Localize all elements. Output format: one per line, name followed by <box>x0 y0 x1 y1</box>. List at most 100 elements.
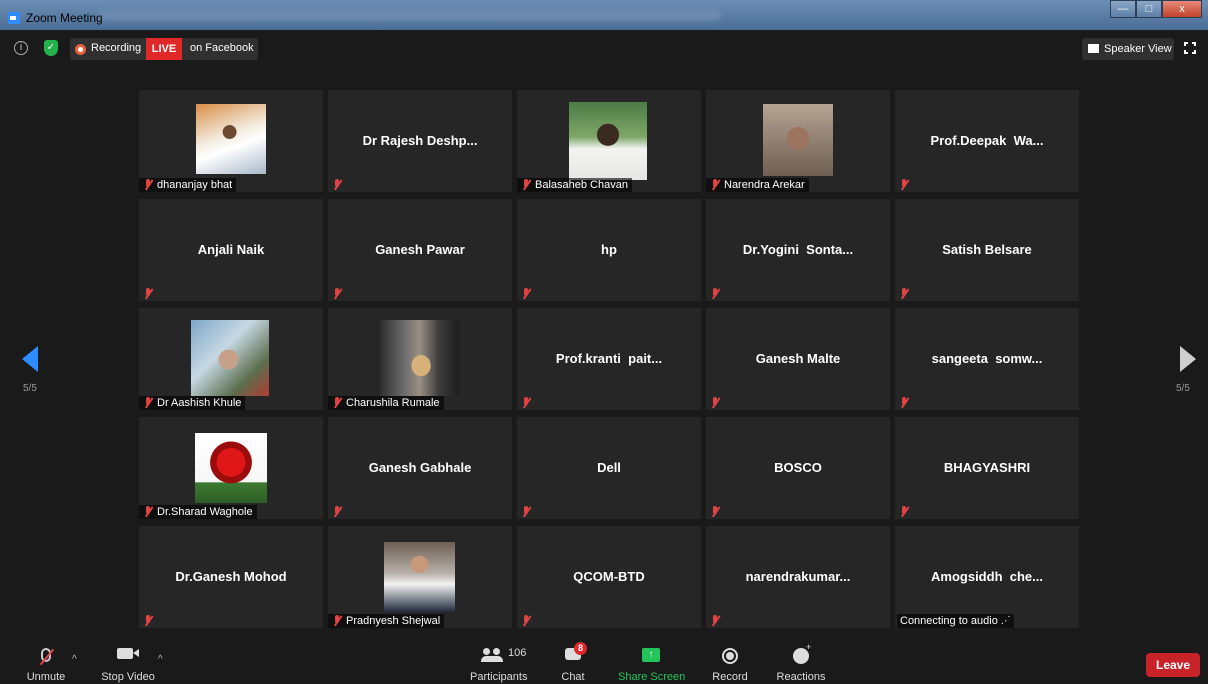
previous-page-arrow-icon[interactable] <box>22 346 38 372</box>
participant-name: sangeeta somw... <box>931 351 1043 366</box>
muted-mic-icon <box>710 615 720 626</box>
close-button[interactable]: x <box>1162 0 1202 18</box>
window-controls: — □ x <box>1110 0 1202 18</box>
muted-mic-icon <box>521 615 531 626</box>
participant-tile[interactable]: Narendra Arekar <box>706 90 890 192</box>
page-indicator-right: 5/5 <box>1176 383 1190 394</box>
participant-count: 106 <box>508 647 527 659</box>
muted-mic-icon <box>710 179 720 190</box>
unmute-button[interactable]: Unmute <box>22 638 70 684</box>
participant-tile[interactable]: hp <box>517 199 701 301</box>
participant-tile[interactable]: QCOM-BTD <box>517 526 701 628</box>
reactions-label: Reactions <box>776 671 826 683</box>
participant-tile[interactable]: Dr Rajesh Deshp... <box>328 90 512 192</box>
participant-tile[interactable]: Dr.Sharad Waghole <box>139 417 323 519</box>
share-screen-button[interactable]: ↑ Share Screen <box>618 638 685 684</box>
participant-photo <box>195 433 267 503</box>
participant-tile[interactable]: Anjali Naik <box>139 199 323 301</box>
participant-tile[interactable]: sangeeta somw... <box>895 308 1079 410</box>
participant-tile[interactable]: Prof.Deepak Wa... <box>895 90 1079 192</box>
window-title: Zoom Meeting <box>26 11 103 25</box>
stop-video-label: Stop Video <box>101 671 155 683</box>
participant-photo <box>380 320 459 396</box>
participant-tile[interactable]: Charushila Rumale <box>328 308 512 410</box>
participant-tile[interactable]: Ganesh Malte <box>706 308 890 410</box>
minimize-button[interactable]: — <box>1110 0 1136 18</box>
muted-mic-icon <box>899 397 909 408</box>
muted-mic-icon <box>521 506 531 517</box>
reactions-button[interactable]: Reactions <box>776 638 826 684</box>
participant-tile[interactable]: Prof.kranti pait... <box>517 308 701 410</box>
participant-name-tag: Balasaheb Chavan <box>517 178 632 192</box>
video-options-caret-icon[interactable]: ^ <box>158 654 163 665</box>
participant-name: Dr Rajesh Deshp... <box>362 133 478 148</box>
participant-tile[interactable]: Dell <box>517 417 701 519</box>
participant-name: Dell <box>597 460 621 475</box>
video-camera-icon <box>117 648 139 659</box>
participant-tile[interactable]: Balasaheb Chavan <box>517 90 701 192</box>
leave-button[interactable]: Leave <box>1146 653 1200 677</box>
recording-icon <box>75 44 86 55</box>
participant-tile[interactable]: Dr Aashish Khule <box>139 308 323 410</box>
blurred-taskbar-text <box>100 11 720 21</box>
page-indicator-left: 5/5 <box>23 383 37 394</box>
share-screen-icon: ↑ <box>642 648 660 662</box>
participant-tile[interactable]: Dr.Ganesh Mohod <box>139 526 323 628</box>
muted-mic-icon <box>143 506 153 517</box>
info-icon[interactable]: i <box>14 41 28 55</box>
participant-tile[interactable]: Dr.Yogini Sonta... <box>706 199 890 301</box>
participant-photo <box>196 104 266 174</box>
participant-tile[interactable]: Pradnyesh Shejwal <box>328 526 512 628</box>
speaker-view-icon <box>1088 44 1099 53</box>
participant-name: Ganesh Malte <box>755 351 841 366</box>
chat-button[interactable]: 8 Chat <box>556 638 590 684</box>
participant-tile[interactable]: Amogsiddh che... Connecting to audio .·˙ <box>895 526 1079 628</box>
record-icon <box>722 648 738 664</box>
participant-tile[interactable]: BHAGYASHRI <box>895 417 1079 519</box>
participant-tile[interactable]: Ganesh Pawar <box>328 199 512 301</box>
participant-tile[interactable]: Satish Belsare <box>895 199 1079 301</box>
participant-photo <box>384 542 455 612</box>
audio-options-caret-icon[interactable]: ^ <box>72 654 77 665</box>
muted-mic-icon <box>143 179 153 190</box>
participant-tile[interactable]: BOSCO <box>706 417 890 519</box>
participant-name-tag: Narendra Arekar <box>706 178 809 192</box>
record-button[interactable]: Record <box>710 638 750 684</box>
participant-tile[interactable]: dhananjay bhat <box>139 90 323 192</box>
participant-photo <box>763 104 833 176</box>
audio-connecting-status: Connecting to audio .·˙ <box>897 614 1015 628</box>
muted-mic-icon <box>710 397 720 408</box>
participant-tile[interactable]: narendrakumar... <box>706 526 890 628</box>
maximize-button[interactable]: □ <box>1136 0 1162 18</box>
gallery-grid: dhananjay bhat Dr Rajesh Deshp... Balasahe… <box>139 90 1079 628</box>
participant-name: Prof.kranti pait... <box>555 351 663 366</box>
next-page-arrow-icon[interactable] <box>1180 346 1196 372</box>
live-target: on Facebook <box>190 42 254 54</box>
participant-name: Ganesh Pawar <box>375 242 465 257</box>
reactions-emoji-icon <box>793 642 811 664</box>
participant-name-tag: Dr Aashish Khule <box>139 396 246 410</box>
participant-name: Anjali Naik <box>197 242 265 257</box>
chat-icon: 8 <box>565 642 587 660</box>
participant-name-tag: dhananjay bhat <box>139 178 237 192</box>
fullscreen-icon[interactable] <box>1184 42 1196 54</box>
recording-live-indicator[interactable]: Recording LIVE on Facebook <box>70 38 258 60</box>
encryption-shield-icon[interactable]: ✓ <box>44 40 58 56</box>
muted-mic-icon <box>332 397 342 408</box>
participant-name: Dr.Ganesh Mohod <box>175 569 287 584</box>
live-badge: LIVE <box>146 38 182 60</box>
participants-button[interactable]: 106 Participants <box>470 638 527 684</box>
participant-name-tag: Charushila Rumale <box>328 396 444 410</box>
participant-name: narendrakumar... <box>745 569 851 584</box>
speaker-view-button[interactable]: Speaker View <box>1082 38 1174 60</box>
zoom-app-icon <box>8 12 20 24</box>
muted-mic-icon <box>521 288 531 299</box>
muted-mic-icon <box>899 288 909 299</box>
unmute-label: Unmute <box>26 671 66 683</box>
muted-mic-icon <box>332 506 342 517</box>
muted-mic-icon <box>143 397 153 408</box>
participant-tile[interactable]: Ganesh Gabhale <box>328 417 512 519</box>
muted-mic-icon <box>521 397 531 408</box>
participant-name: QCOM-BTD <box>573 569 645 584</box>
stop-video-button[interactable]: Stop Video <box>100 638 156 684</box>
